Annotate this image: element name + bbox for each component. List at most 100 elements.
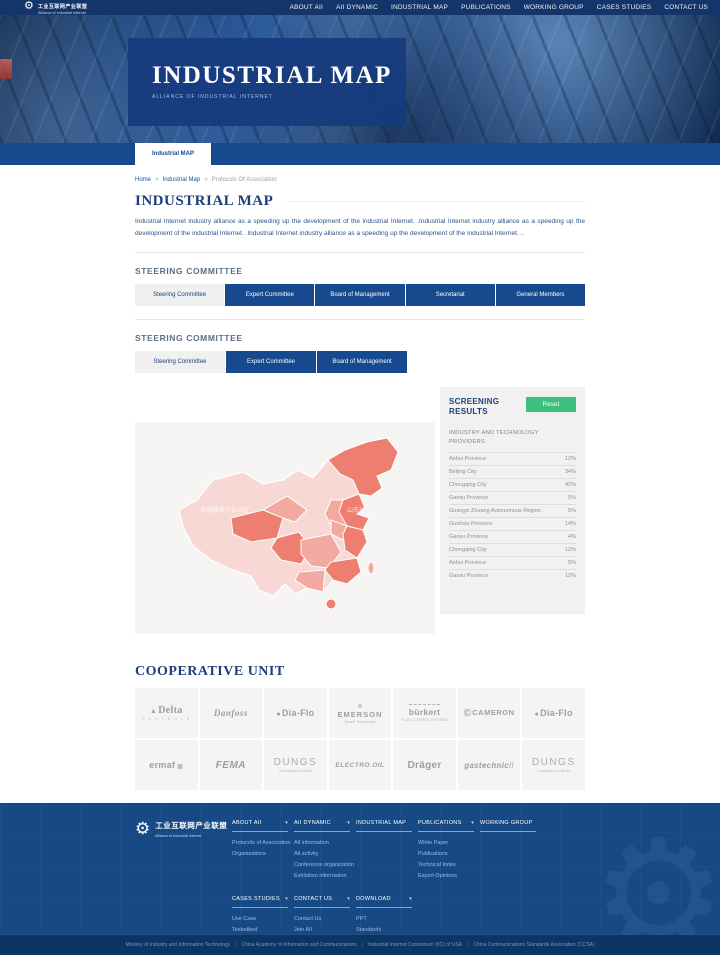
logo-danfoss[interactable]: Danfoss: [200, 688, 263, 738]
screening-row: Gansu Province12%: [449, 569, 576, 582]
main-content: Home > Industrial Map > Protocols Of Ass…: [0, 177, 720, 790]
footer: ⚙ ⚙ 工业互联网产业联盟 Alliance of Industrial Int…: [0, 803, 720, 935]
dia-flo-dot-icon: ●: [535, 711, 540, 718]
screening-row: Anhui Province12%: [449, 452, 576, 465]
hero-subtitle: ALLIANCE OF INDUSTRIAL INTERNET: [152, 94, 406, 100]
footer-link[interactable]: Technical Index: [418, 860, 480, 871]
cameron-c-icon: Ⓒ: [464, 710, 472, 717]
footer-link[interactable]: Protocols of Association: [232, 838, 294, 849]
logo-dungs[interactable]: DUNGS Combustion Controls: [264, 740, 327, 790]
logo-fema[interactable]: FEMA: [200, 740, 263, 790]
dia-flo-dot-icon: ●: [276, 711, 281, 718]
logo-cameron[interactable]: ⒸCAMERON: [458, 688, 521, 738]
partners-bar: Ministry of Industry and Information Tec…: [0, 935, 720, 955]
nav-aii-dynamic[interactable]: AII DYNAMIC: [336, 4, 378, 11]
divider: [135, 252, 585, 253]
footer-link[interactable]: Publications: [418, 849, 480, 860]
partner-link[interactable]: China Communications Standards Associati…: [473, 942, 594, 948]
screening-row: Gansu Province5%: [449, 491, 576, 504]
page: ⚙ 工业互联网产业联盟 Alliance of Industrial Inter…: [0, 0, 720, 960]
footer-link[interactable]: Standards: [356, 925, 418, 935]
tab-secretariat[interactable]: Secretariat: [406, 284, 495, 306]
footer-col-publications: PUBLICATIONS▾ White Paper Publications T…: [418, 820, 480, 881]
chevron-down-icon: ▾: [471, 820, 474, 826]
breadcrumb-industrial-map[interactable]: Industrial Map: [163, 177, 201, 183]
logo-dia-flo[interactable]: ●Dia-Flo: [264, 688, 327, 738]
footer-link[interactable]: Exhibition information: [294, 871, 356, 882]
tab-general-members[interactable]: General Members: [496, 284, 585, 306]
breadcrumb: Home > Industrial Map > Protocols Of Ass…: [135, 177, 585, 183]
screening-row: Chongqing City12%: [449, 543, 576, 556]
page-description: Industrial Internet industry alliance as…: [135, 216, 585, 239]
tab-expert-committee[interactable]: Expert Committee: [225, 284, 314, 306]
tab-steering-committee[interactable]: Steering Committee: [135, 351, 225, 373]
footer-link[interactable]: Organizations: [232, 849, 294, 860]
map-region-taiwan[interactable]: [368, 562, 374, 574]
footer-col-working-group: WORKING GROUP: [480, 820, 542, 881]
partner-link[interactable]: Ministry of Industry and Information Tec…: [125, 942, 230, 948]
footer-link[interactable]: All information: [294, 838, 356, 849]
partner-link[interactable]: Industrial Internet Consortium (IIC) of …: [368, 942, 462, 948]
footer-logo[interactable]: ⚙ 工业互联网产业联盟 Alliance of Industrial Inter…: [135, 820, 232, 935]
logo-dia-flo[interactable]: ●Dia-Flo: [522, 688, 585, 738]
footer-link[interactable]: Conference organization: [294, 860, 356, 871]
footer-logo-zh: 工业互联网产业联盟: [155, 820, 227, 831]
nav-contact-us[interactable]: CONTACT US: [664, 4, 708, 11]
tab-industrial-map[interactable]: Industrial MAP: [135, 143, 211, 165]
tab-board-of-management[interactable]: Board of Management: [317, 351, 407, 373]
logo-ermaf[interactable]: ermaf▣: [135, 740, 198, 790]
logo-burkert[interactable]: bürkert FLUID CONTROL SYSTEMS: [393, 688, 456, 738]
china-map-svg[interactable]: 新疆维吾尔自治区 山东省: [135, 422, 435, 634]
ermaf-square-icon: ▣: [177, 764, 183, 770]
footer-link[interactable]: White Paper: [418, 838, 480, 849]
committee-a-heading: STEERING COMMITTEE: [135, 266, 585, 276]
logo-dungs[interactable]: DUNGS Combustion Controls: [522, 740, 585, 790]
nav-working-group[interactable]: WORKING GROUP: [524, 4, 584, 11]
cooperative-unit-title: COOPERATIVE UNIT: [135, 664, 585, 680]
footer-link[interactable]: Expert Opinions: [418, 871, 480, 882]
partner-link[interactable]: China Academy of Information and Communi…: [241, 942, 356, 948]
logo-emerson[interactable]: ❄ EMERSON Climate Technologies: [329, 688, 392, 738]
tab-steering-committee[interactable]: Steering Committee: [135, 284, 224, 306]
aii-logo[interactable]: ⚙ 工业互联网产业联盟 Alliance of Industrial Inter…: [24, 0, 88, 15]
screening-subtitle: INDUSTRY AND TECHNOLOGY PROVIDERS: [449, 429, 576, 451]
delta-triangle-icon: ▲: [150, 707, 157, 715]
footer-links-row-1: ABOUT AII▾ Protocols of Association Orga…: [232, 820, 700, 881]
chevron-down-icon: ▾: [409, 896, 412, 902]
logo-delta[interactable]: ▲Delta C O N T R O L S: [135, 688, 198, 738]
tab-expert-committee[interactable]: Expert Committee: [226, 351, 316, 373]
footer-link[interactable]: Contact Us: [294, 914, 356, 925]
nav-publications[interactable]: PUBLICATIONS: [461, 4, 511, 11]
nav-cases-studies[interactable]: CASES STUDIES: [597, 4, 652, 11]
footer-link[interactable]: Testedbed: [232, 925, 294, 935]
map-region-hainan[interactable]: [326, 599, 336, 609]
footer-link[interactable]: PPT: [356, 914, 418, 925]
map-label-shandong: 山东省: [347, 506, 365, 514]
breadcrumb-separator-icon: >: [155, 177, 159, 183]
breadcrumb-home[interactable]: Home: [135, 177, 151, 183]
hero-title: INDUSTRIAL MAP: [152, 62, 406, 90]
partner-separator: |: [235, 942, 236, 948]
footer-col-download: DOWNLOAD▾ PPT Standards Technical inform…: [356, 896, 418, 935]
gastechnic-slashes-icon: //: [509, 761, 514, 770]
footer-col-about-aii: ABOUT AII▾ Protocols of Association Orga…: [232, 820, 294, 881]
page-title: INDUSTRIAL MAP: [135, 193, 273, 210]
footer-link[interactable]: All activity: [294, 849, 356, 860]
emerson-icon: ❄: [357, 703, 362, 710]
nav-about-aii[interactable]: ABOUT AII: [290, 4, 323, 11]
partner-separator: |: [362, 942, 363, 948]
committee-b-tabs: Steering Committee Expert Committee Boar…: [135, 351, 585, 373]
footer-link[interactable]: Join AII: [294, 925, 356, 935]
logo-gastechnic[interactable]: gastechnic//: [458, 740, 521, 790]
china-choropleth-map[interactable]: 新疆维吾尔自治区 山东省: [135, 422, 435, 634]
reset-button[interactable]: Reset: [526, 397, 576, 412]
logo-drager[interactable]: Dräger: [393, 740, 456, 790]
divider: [135, 319, 585, 320]
main-nav: ABOUT AII AII DYNAMIC INDUSTRIAL MAP PUB…: [290, 4, 708, 11]
footer-link[interactable]: Use Case: [232, 914, 294, 925]
hero-banner: INDUSTRIAL MAP ALLIANCE OF INDUSTRIAL IN…: [0, 15, 720, 143]
tab-board-of-management[interactable]: Board of Management: [315, 284, 404, 306]
footer-col-cases-studies: CASES STUDIES▾ Use Case Testedbed: [232, 896, 294, 935]
logo-electro-oil[interactable]: ELECTRO.OIL: [329, 740, 392, 790]
nav-industrial-map[interactable]: INDUSTRIAL MAP: [391, 4, 448, 11]
